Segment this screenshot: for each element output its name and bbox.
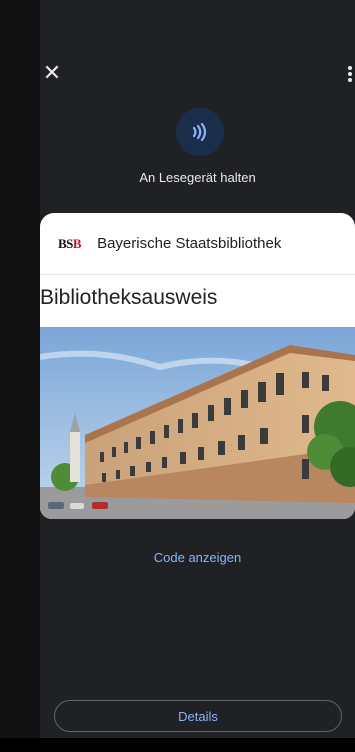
contactless-icon <box>176 108 224 156</box>
wallet-pass-screen: ✕ An Lesegerät halten BSB Bayerische Sta… <box>0 0 355 752</box>
library-building-photo <box>40 327 355 519</box>
issuer-name: Bayerische Staatsbibliothek <box>97 235 282 252</box>
navigation-bar <box>0 738 355 752</box>
details-button[interactable]: Details <box>54 700 342 732</box>
card-title: Bibliotheksausweis <box>40 286 218 309</box>
close-icon[interactable]: ✕ <box>40 62 64 86</box>
more-vert-icon[interactable] <box>345 64 355 84</box>
issuer-logo: BSB <box>58 235 82 251</box>
issuer-row: BSB Bayerische Staatsbibliothek <box>40 213 355 275</box>
show-code-link[interactable]: Code anzeigen <box>40 550 355 565</box>
hold-to-reader-label: An Lesegerät halten <box>139 170 256 185</box>
library-card[interactable]: BSB Bayerische Staatsbibliothek Biblioth… <box>40 213 355 519</box>
